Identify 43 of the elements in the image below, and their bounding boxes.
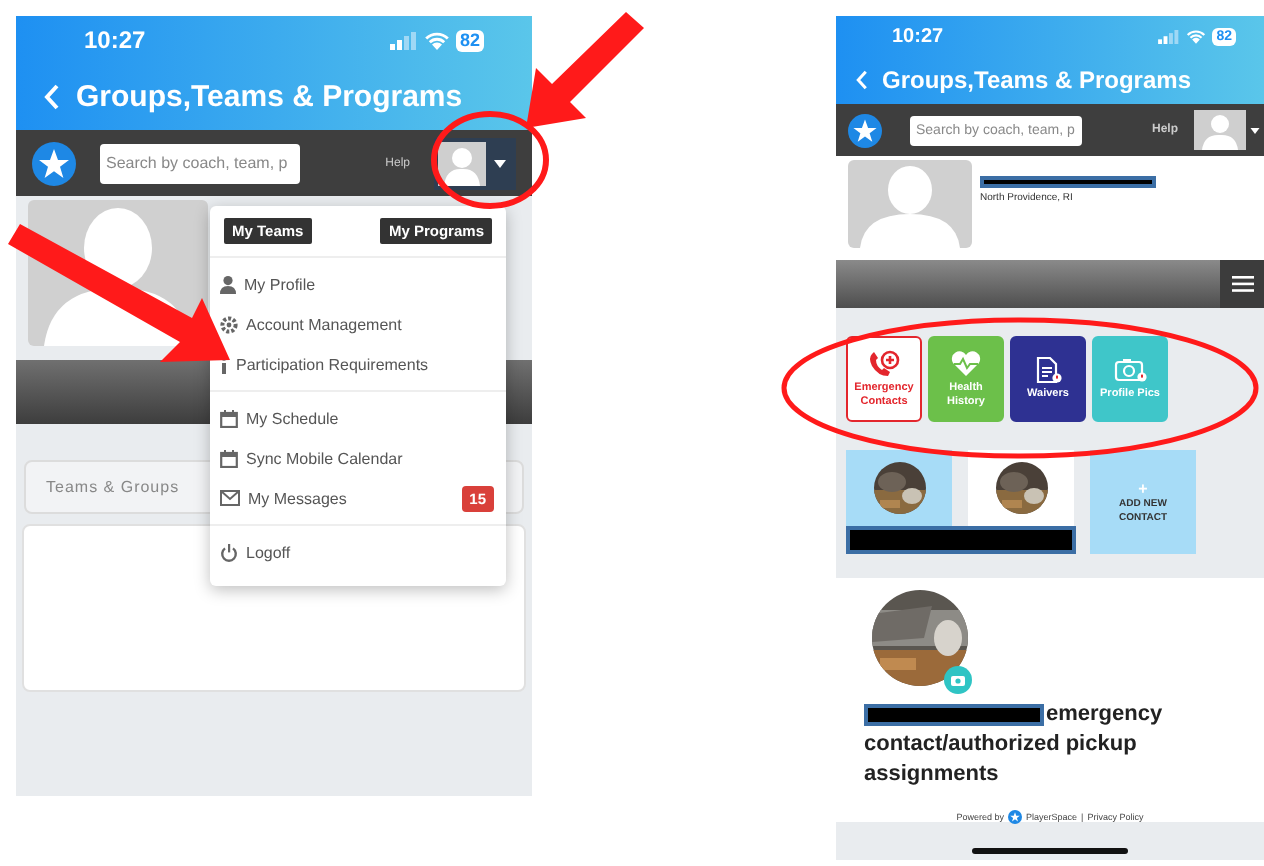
contact-card[interactable] xyxy=(968,450,1074,526)
gear-icon xyxy=(220,315,238,333)
search-field[interactable]: Search by coach, team, p xyxy=(100,143,300,183)
power-icon xyxy=(220,543,238,561)
battery-indicator: 82 xyxy=(455,29,484,51)
camera-icon xyxy=(1113,356,1147,385)
menu-item[interactable]: My Schedule xyxy=(246,409,339,427)
screen-title: Groups,Teams & Programs xyxy=(76,80,463,114)
phone-plus-icon xyxy=(868,349,900,378)
camera-icon[interactable] xyxy=(944,666,972,694)
status-time: 10:27 xyxy=(892,25,944,47)
menu-item[interactable]: My Messages xyxy=(248,489,347,507)
wifi-icon xyxy=(1186,28,1207,44)
hamburger-menu-icon[interactable] xyxy=(1220,260,1264,308)
caret-icon[interactable] xyxy=(494,159,506,167)
envelope-icon xyxy=(220,490,240,506)
menu-item[interactable]: Participation Requirements xyxy=(236,355,429,373)
star-logo-icon[interactable] xyxy=(848,113,882,147)
menu-item[interactable]: My Profile xyxy=(244,275,316,293)
back-chevron-icon[interactable] xyxy=(856,70,868,90)
heart-icon xyxy=(950,349,982,378)
signal-icon xyxy=(389,31,418,49)
calendar-icon xyxy=(220,409,238,427)
star-logo-icon[interactable] xyxy=(32,141,76,185)
card-heading: contact/authorized pickup assignments xyxy=(864,730,1139,790)
caret-icon[interactable] xyxy=(1250,127,1260,133)
wifi-icon xyxy=(423,30,450,50)
contact-card[interactable] xyxy=(846,450,952,526)
annotation-arrow xyxy=(526,12,644,128)
person-icon xyxy=(220,275,236,293)
signal-icon xyxy=(1158,29,1181,43)
screen-title: Groups,Teams & Programs xyxy=(882,66,1191,94)
calendar-icon xyxy=(220,449,238,467)
annotation-ellipse xyxy=(431,111,549,209)
back-chevron-icon[interactable] xyxy=(44,84,60,110)
menu-item[interactable]: Sync Mobile Calendar xyxy=(246,449,403,467)
document-icon xyxy=(1035,356,1061,385)
menu-item[interactable]: Account Management xyxy=(246,315,402,333)
card-heading: emergency xyxy=(1046,700,1163,730)
status-time: 10:27 xyxy=(84,26,146,54)
account-menu-button[interactable] xyxy=(434,137,516,189)
account-menu-button[interactable] xyxy=(1194,110,1264,150)
menu-item[interactable]: Logoff xyxy=(246,543,291,561)
